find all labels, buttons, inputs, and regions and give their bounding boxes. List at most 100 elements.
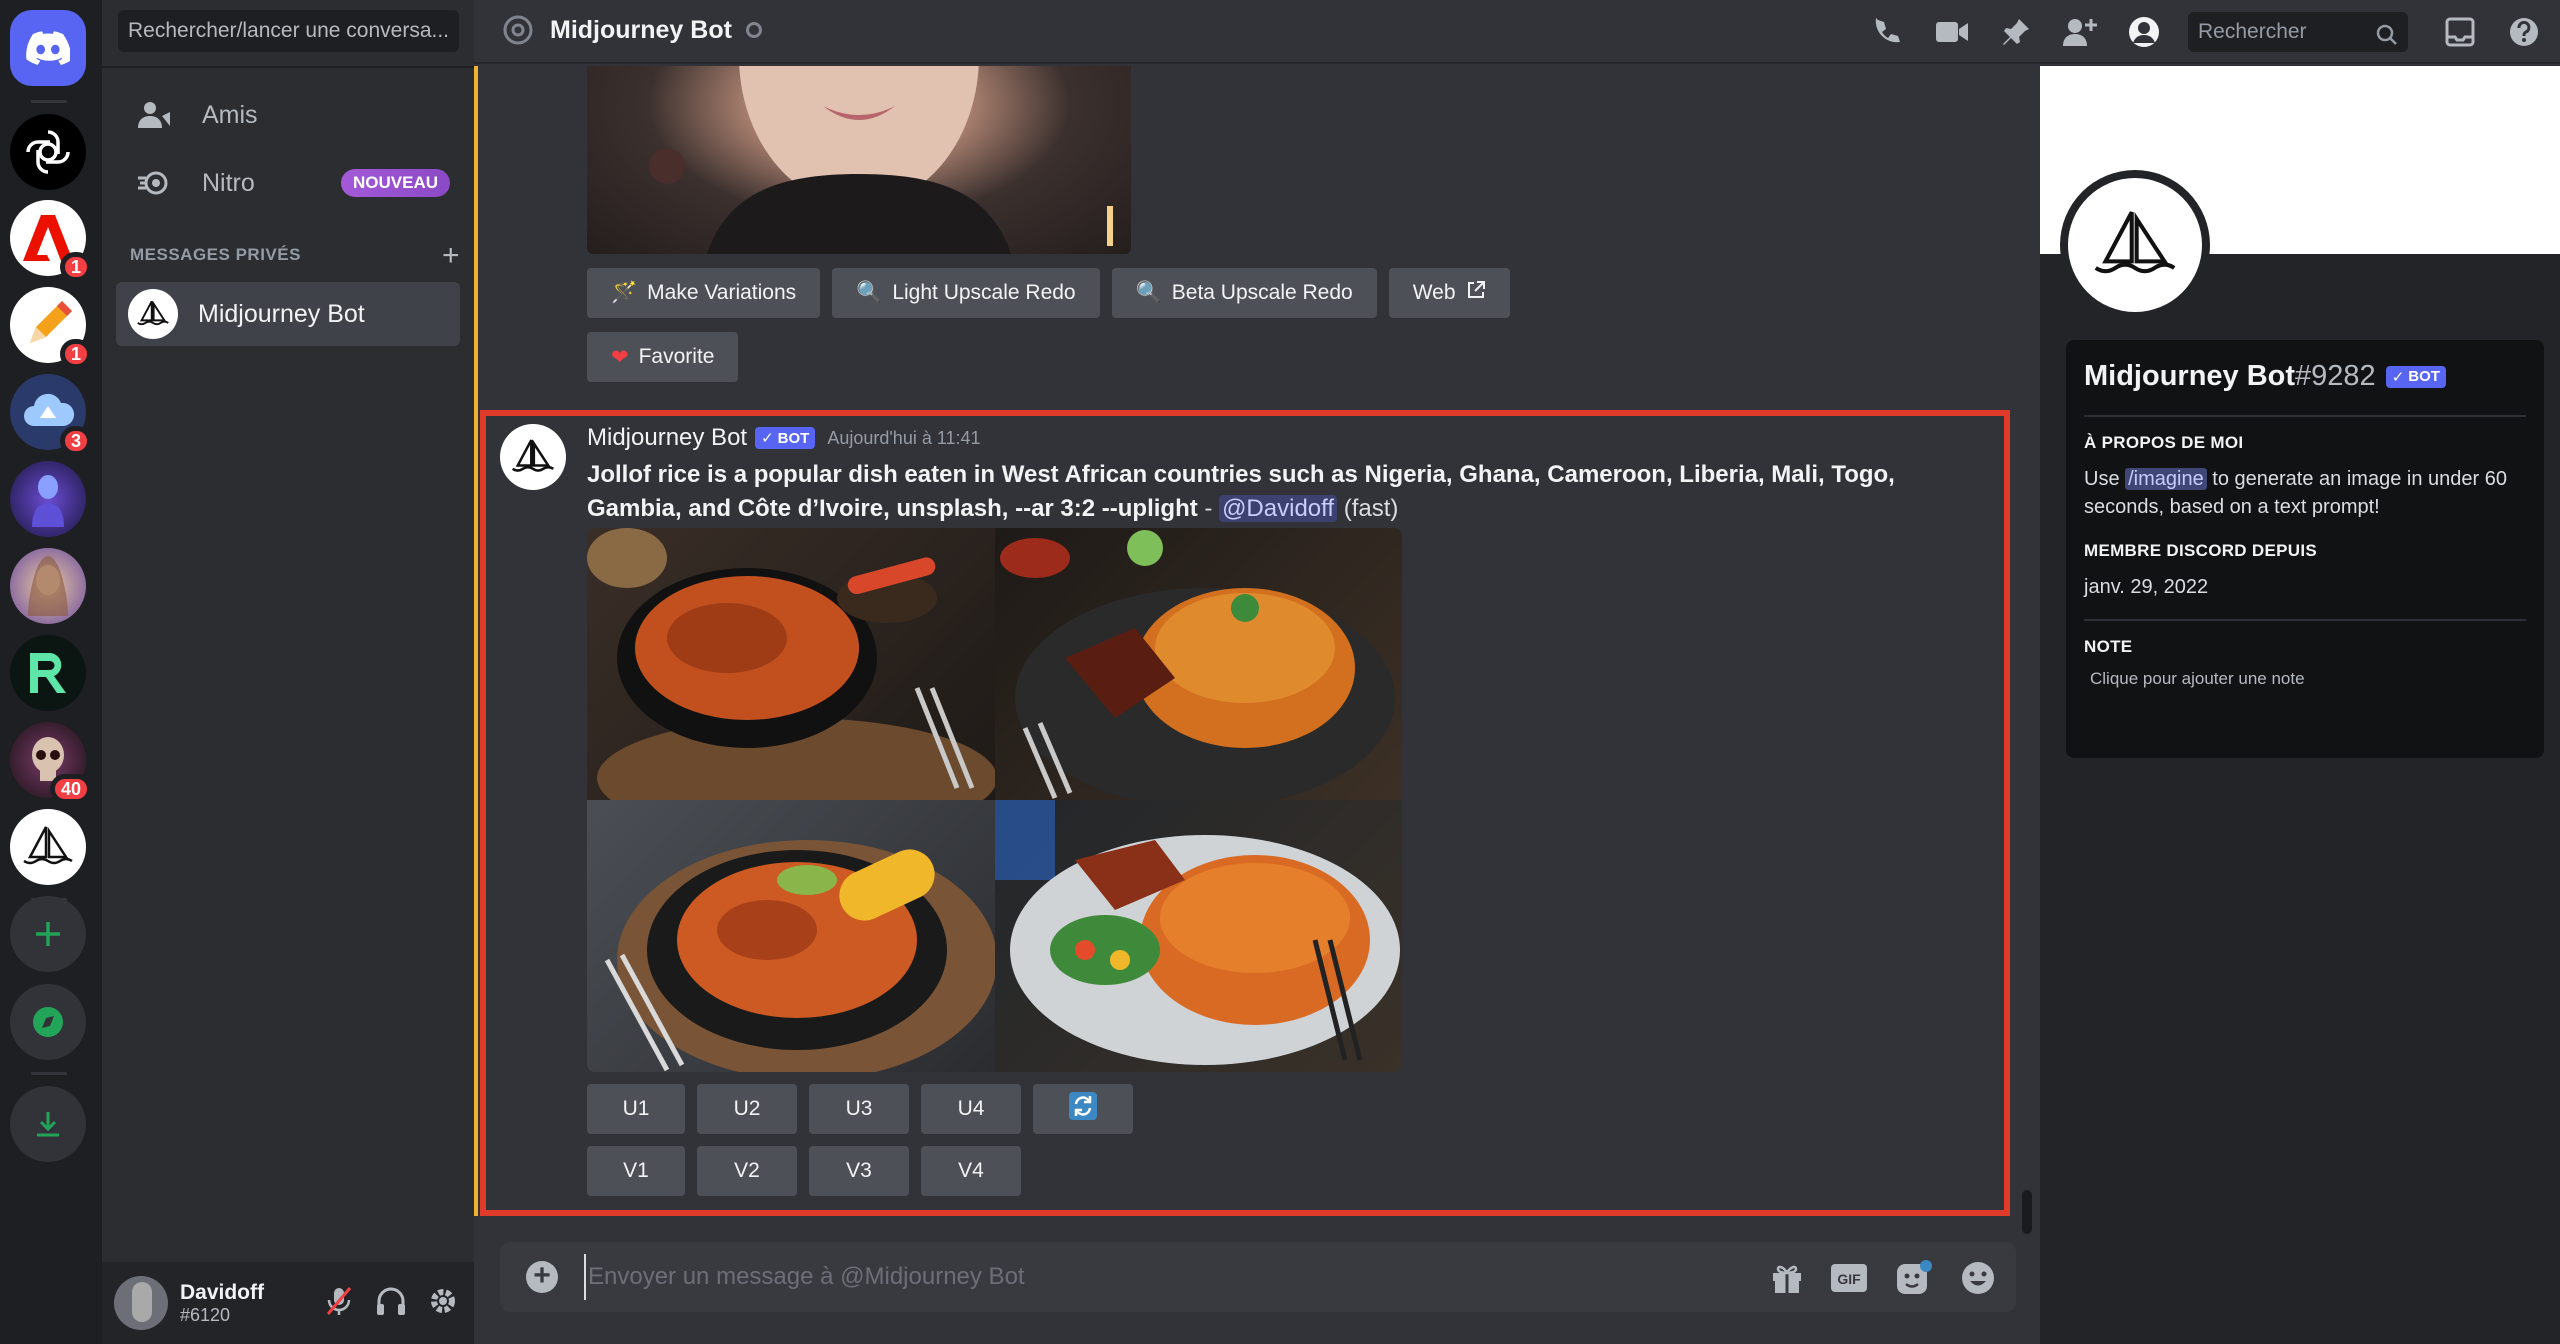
reroll-icon <box>1068 1091 1098 1127</box>
user-profile-icon[interactable] <box>2124 12 2164 52</box>
profile-discriminator: #9282 <box>2295 360 2376 392</box>
add-friend-to-dm-icon[interactable] <box>2060 12 2100 52</box>
member-since-heading: MEMBRE DISCORD DEPUIS <box>2084 541 2317 560</box>
grid-image-4[interactable] <box>994 800 1402 1072</box>
external-link-icon <box>1466 280 1486 306</box>
nitro-new-badge: NOUVEAU <box>340 169 450 197</box>
notification-badge: 1 <box>59 339 92 369</box>
user-profile-panel: Midjourney Bot #9282 ✓ BOT À PROPOS DE MOI… <box>2040 66 2560 1344</box>
notification-badge: 3 <box>59 426 92 456</box>
emoji-icon[interactable] <box>1960 1260 1996 1301</box>
member-since-date: janv. 29, 2022 <box>2084 576 2209 598</box>
pencil-server-icon[interactable]: 1 <box>10 287 92 369</box>
pinned-messages-icon[interactable] <box>1996 12 2036 52</box>
user-settings-gear-icon[interactable] <box>426 1284 460 1323</box>
grid-image-3[interactable] <box>587 800 995 1072</box>
note-input[interactable]: Clique pour ajouter une note <box>2084 669 2526 689</box>
download-apps-icon[interactable] <box>10 1086 86 1162</box>
gif-icon[interactable]: GIF <box>1830 1263 1868 1298</box>
user-tag: #6120 <box>180 1304 231 1325</box>
page-title: Midjourney Bot <box>550 15 732 44</box>
sidebar-item-nitro[interactable]: Nitro NOUVEAU <box>116 152 460 214</box>
portrait-server-icon[interactable] <box>10 548 86 624</box>
user-mention[interactable]: @Davidoff <box>1219 495 1338 522</box>
dm-item-label: Midjourney Bot <box>198 299 365 328</box>
video-call-icon[interactable] <box>1932 12 1972 52</box>
friends-label: Amis <box>202 100 258 129</box>
profile-username: Midjourney Bot <box>2084 360 2296 392</box>
reroll-button[interactable] <box>1033 1084 1133 1134</box>
dm-section-title: MESSAGES PRIVÉS <box>130 245 301 264</box>
help-icon[interactable] <box>2504 12 2544 52</box>
previous-generated-image[interactable] <box>587 66 1131 254</box>
chat-scrollbar[interactable] <box>2022 1190 2032 1234</box>
light-upscale-redo-button[interactable]: 🔍 Light Upscale Redo <box>832 268 1100 318</box>
button-label: Light Upscale Redo <box>892 281 1076 304</box>
gift-icon[interactable] <box>1770 1261 1804 1300</box>
message-input[interactable] <box>584 1254 1684 1300</box>
message-author[interactable]: Midjourney Bot <box>587 424 747 452</box>
create-dm-plus-icon[interactable]: + <box>442 239 460 273</box>
discord-home-icon[interactable] <box>10 10 86 86</box>
nitro-icon <box>134 163 174 203</box>
upscale-4-button[interactable]: U4 <box>921 1084 1021 1134</box>
chat-area: 🪄 Make Variations 🔍 Light Upscale Redo 🔍 Be… <box>474 66 2040 1344</box>
avatar <box>128 289 178 339</box>
nitro-label: Nitro <box>202 168 255 197</box>
beta-upscale-redo-button[interactable]: 🔍 Beta Upscale Redo <box>1111 268 1377 318</box>
mute-microphone-icon[interactable] <box>322 1284 356 1323</box>
button-label: Favorite <box>638 345 715 368</box>
cloud-server-icon[interactable]: 3 <box>10 374 92 456</box>
favorite-button[interactable]: ❤ Favorite <box>587 332 739 382</box>
grid-image-2[interactable] <box>994 528 1402 800</box>
headphones-icon[interactable] <box>374 1284 408 1323</box>
variation-3-button[interactable]: V3 <box>809 1146 909 1196</box>
upscale-3-button[interactable]: U3 <box>809 1084 909 1134</box>
dm-search-input[interactable]: Rechercher/lancer une conversa... <box>118 10 459 52</box>
r-logo-server-icon[interactable] <box>10 635 86 711</box>
upscale-1-button[interactable]: U1 <box>587 1084 685 1134</box>
purple-figure-server-icon[interactable] <box>10 461 86 537</box>
adobe-server-icon[interactable]: 1 <box>10 200 92 282</box>
inbox-icon[interactable] <box>2440 12 2480 52</box>
avatar[interactable] <box>500 424 566 490</box>
web-link-button[interactable]: Web <box>1388 268 1510 318</box>
skull-server-icon[interactable]: 40 <box>10 722 92 804</box>
button-label: Web <box>1412 281 1456 304</box>
grid-image-1[interactable] <box>587 528 995 800</box>
openai-server-icon[interactable] <box>10 114 86 190</box>
bot-badge: ✓ BOT <box>755 427 816 449</box>
search-input[interactable]: Rechercher <box>2188 12 2408 52</box>
bot-badge: ✓ BOT <box>2385 365 2446 388</box>
magic-wand-icon: 🪄 <box>611 281 638 304</box>
dm-item-midjourney-bot[interactable]: Midjourney Bot <box>116 282 460 346</box>
midjourney-server-icon[interactable] <box>10 809 86 885</box>
upscale-2-button[interactable]: U2 <box>697 1084 797 1134</box>
attach-plus-icon[interactable]: + <box>526 1261 558 1293</box>
dm-sidebar: Rechercher/lancer une conversa... Amis N… <box>102 0 474 1344</box>
svg-text:GIF: GIF <box>1837 1271 1861 1287</box>
sidebar-item-friends[interactable]: Amis <box>116 84 460 146</box>
add-server-icon[interactable] <box>10 896 86 972</box>
profile-card: Midjourney Bot #9282 ✓ BOT À PROPOS DE MOI… <box>2066 340 2544 758</box>
imagine-command[interactable]: /imagine <box>2125 468 2207 490</box>
make-variations-button[interactable]: 🪄 Make Variations <box>587 268 821 318</box>
variation-4-button[interactable]: V4 <box>921 1146 1021 1196</box>
profile-avatar[interactable] <box>2060 170 2210 320</box>
button-label: Beta Upscale Redo <box>1171 281 1353 304</box>
message-timestamp: Aujourd'hui à 11:41 <box>827 427 981 448</box>
about-me-text: Use /imagine to generate an image in und… <box>2084 465 2526 521</box>
user-avatar[interactable] <box>114 1276 168 1330</box>
variation-2-button[interactable]: V2 <box>697 1146 797 1196</box>
voice-call-icon[interactable] <box>1868 12 1908 52</box>
separator-text: - <box>1197 495 1220 522</box>
user-name: Davidoff <box>180 1280 264 1304</box>
bot-badge-label: BOT <box>777 429 810 447</box>
message-composer: + GIF <box>500 1242 2016 1312</box>
variation-1-button[interactable]: V1 <box>587 1146 685 1196</box>
explore-servers-icon[interactable] <box>10 984 86 1060</box>
speed-text: (fast) <box>1337 495 1399 522</box>
verified-check-icon: ✓ <box>2391 368 2405 386</box>
generated-image-grid[interactable] <box>587 528 1402 1072</box>
sticker-icon[interactable] <box>1894 1258 1934 1303</box>
